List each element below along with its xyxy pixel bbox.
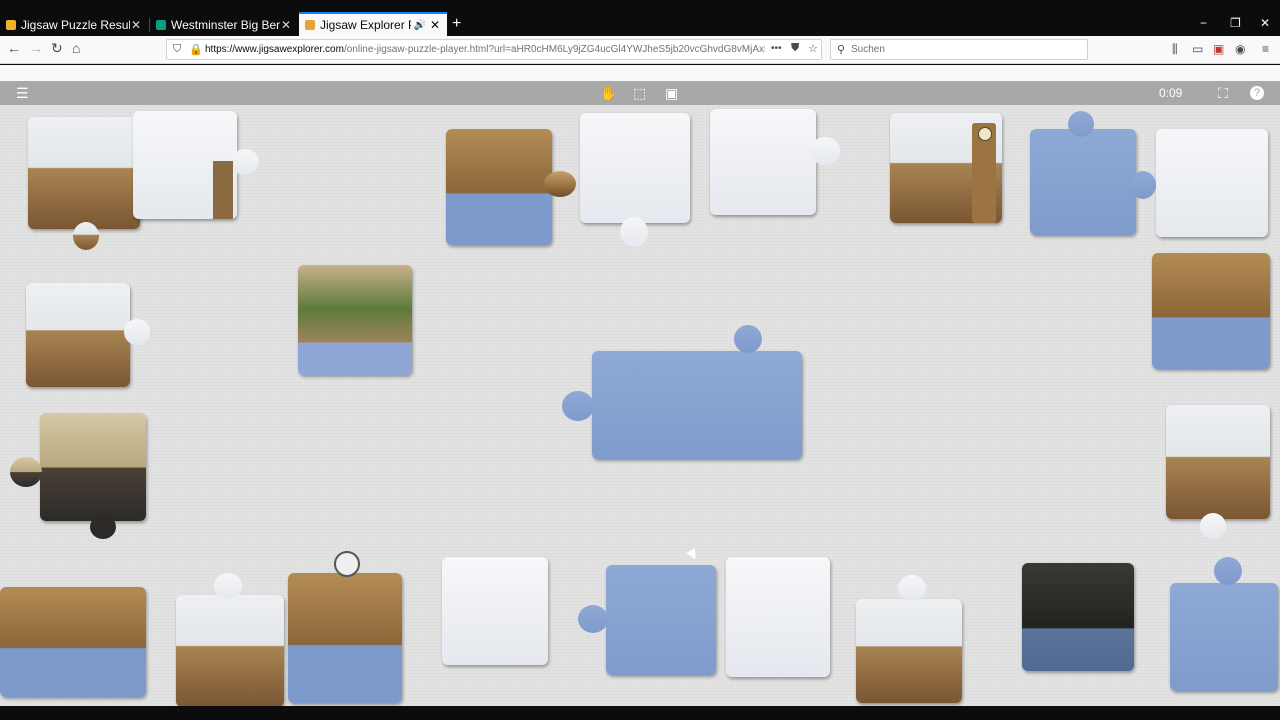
star-favicon-icon bbox=[6, 20, 16, 30]
addon-icon[interactable]: ▣ bbox=[1213, 42, 1224, 56]
jigsaw-app: ☰ ✋ ⬚ ▣ 0:09 ⛶ ? bbox=[0, 81, 1280, 707]
close-tab-icon[interactable]: ✕ bbox=[130, 18, 142, 32]
puzzle-piece[interactable] bbox=[710, 109, 840, 215]
puzzle-board[interactable] bbox=[0, 105, 1280, 707]
bookmark-star-icon[interactable]: ☆ bbox=[808, 42, 818, 55]
search-icon: ⚲ bbox=[837, 44, 846, 56]
nav-bar: ← → ↻ ⌂ ⛉ 🔒 https://www.jigsawexplorer.c… bbox=[0, 36, 1280, 64]
maximize-button[interactable]: ❐ bbox=[1230, 16, 1241, 30]
puzzle-favicon-icon bbox=[305, 20, 315, 30]
close-tab-icon[interactable]: ✕ bbox=[429, 18, 441, 32]
image-preview-icon[interactable]: ▣ bbox=[665, 85, 678, 101]
puzzle-piece[interactable] bbox=[1152, 253, 1270, 369]
home-icon[interactable]: ⌂ bbox=[72, 40, 80, 56]
tab-title: Jigsaw Explorer Puzzle Playe bbox=[320, 18, 411, 32]
puzzle-piece[interactable] bbox=[726, 557, 830, 677]
shield-icon[interactable]: ⛉ bbox=[173, 43, 181, 56]
puzzle-piece[interactable] bbox=[856, 575, 962, 703]
timer: 0:09 bbox=[1159, 86, 1183, 100]
forward-icon[interactable]: → bbox=[29, 40, 43, 56]
puzzle-piece[interactable] bbox=[890, 113, 1002, 223]
puzzle-piece[interactable] bbox=[288, 551, 402, 703]
puzzle-piece[interactable] bbox=[0, 587, 146, 697]
tab-westminster[interactable]: Westminster Big Ben - Kostenl ✕ bbox=[150, 14, 298, 36]
back-icon[interactable]: ← bbox=[7, 40, 21, 56]
puzzle-piece[interactable] bbox=[28, 117, 140, 250]
pocket-icon[interactable]: ⛊ bbox=[791, 42, 799, 55]
sidebar-icon[interactable]: ▭ bbox=[1192, 42, 1203, 56]
taskbar-edge bbox=[0, 706, 1280, 720]
url-host: https://www.jigsawexplorer.com bbox=[205, 44, 344, 55]
select-box-icon[interactable]: ⬚ bbox=[633, 85, 646, 101]
close-tab-icon[interactable]: ✕ bbox=[280, 18, 292, 32]
url-path: /online-jigsaw-puzzle-player.html?url=aH… bbox=[343, 44, 765, 55]
tab-jigsaw-result[interactable]: Jigsaw Puzzle Result ✕ bbox=[0, 14, 148, 36]
puzzle-piece[interactable] bbox=[176, 573, 284, 707]
puzzle-piece[interactable] bbox=[578, 565, 716, 675]
tab-title: Jigsaw Puzzle Result bbox=[21, 18, 130, 32]
url-bar[interactable]: ⛉ 🔒 https://www.jigsawexplorer.com/onlin… bbox=[166, 39, 822, 60]
fullscreen-icon[interactable]: ⛶ bbox=[1218, 85, 1228, 101]
url-text: https://www.jigsawexplorer.com/online-ji… bbox=[205, 44, 765, 55]
puzzle-piece[interactable] bbox=[442, 557, 548, 665]
hand-icon[interactable]: ✋ bbox=[600, 85, 617, 101]
puzzle-piece[interactable] bbox=[446, 129, 576, 245]
puzzle-piece[interactable] bbox=[26, 283, 150, 387]
tab-bar: Jigsaw Puzzle Result ✕ Westminster Big B… bbox=[0, 0, 1280, 36]
puzzle-toolbar: ☰ ✋ ⬚ ▣ 0:09 ⛶ ? bbox=[0, 81, 1280, 105]
puzzle-piece[interactable] bbox=[1030, 111, 1156, 235]
menu-hamburger-icon[interactable]: ≡ bbox=[1262, 42, 1269, 56]
more-icon[interactable]: ••• bbox=[771, 43, 782, 54]
puzzle-piece[interactable] bbox=[1156, 129, 1268, 237]
account-icon[interactable]: ◉ bbox=[1235, 42, 1245, 56]
tab-jigsaw-explorer[interactable]: Jigsaw Explorer Puzzle Playe 🔊 ✕ bbox=[299, 12, 447, 36]
search-input[interactable]: ⚲ Suchen bbox=[830, 39, 1088, 60]
puzzle-piece[interactable] bbox=[133, 111, 259, 219]
close-window-button[interactable]: ✕ bbox=[1260, 16, 1270, 30]
puzzle-piece[interactable] bbox=[580, 113, 690, 247]
library-icon[interactable]: ⫼ bbox=[1172, 42, 1178, 57]
search-placeholder: Suchen bbox=[851, 44, 885, 55]
px-favicon-icon bbox=[156, 20, 166, 30]
puzzle-piece[interactable] bbox=[1022, 563, 1134, 671]
page-top-margin bbox=[0, 65, 1280, 81]
menu-icon[interactable]: ☰ bbox=[16, 85, 29, 101]
new-tab-button[interactable]: + bbox=[452, 15, 461, 33]
puzzle-piece-assembled[interactable] bbox=[562, 325, 802, 459]
tab-title: Westminster Big Ben - Kostenl bbox=[171, 18, 280, 32]
puzzle-piece[interactable] bbox=[298, 265, 412, 375]
puzzle-piece[interactable] bbox=[1166, 405, 1270, 539]
puzzle-piece[interactable] bbox=[1170, 557, 1278, 691]
speaker-icon[interactable]: 🔊 bbox=[414, 20, 426, 31]
minimize-button[interactable]: − bbox=[1200, 16, 1207, 30]
help-icon[interactable]: ? bbox=[1250, 86, 1264, 100]
lock-icon[interactable]: 🔒 bbox=[189, 43, 203, 56]
mouse-cursor bbox=[686, 548, 700, 562]
puzzle-piece[interactable] bbox=[10, 413, 146, 539]
reload-icon[interactable]: ↻ bbox=[51, 40, 63, 57]
